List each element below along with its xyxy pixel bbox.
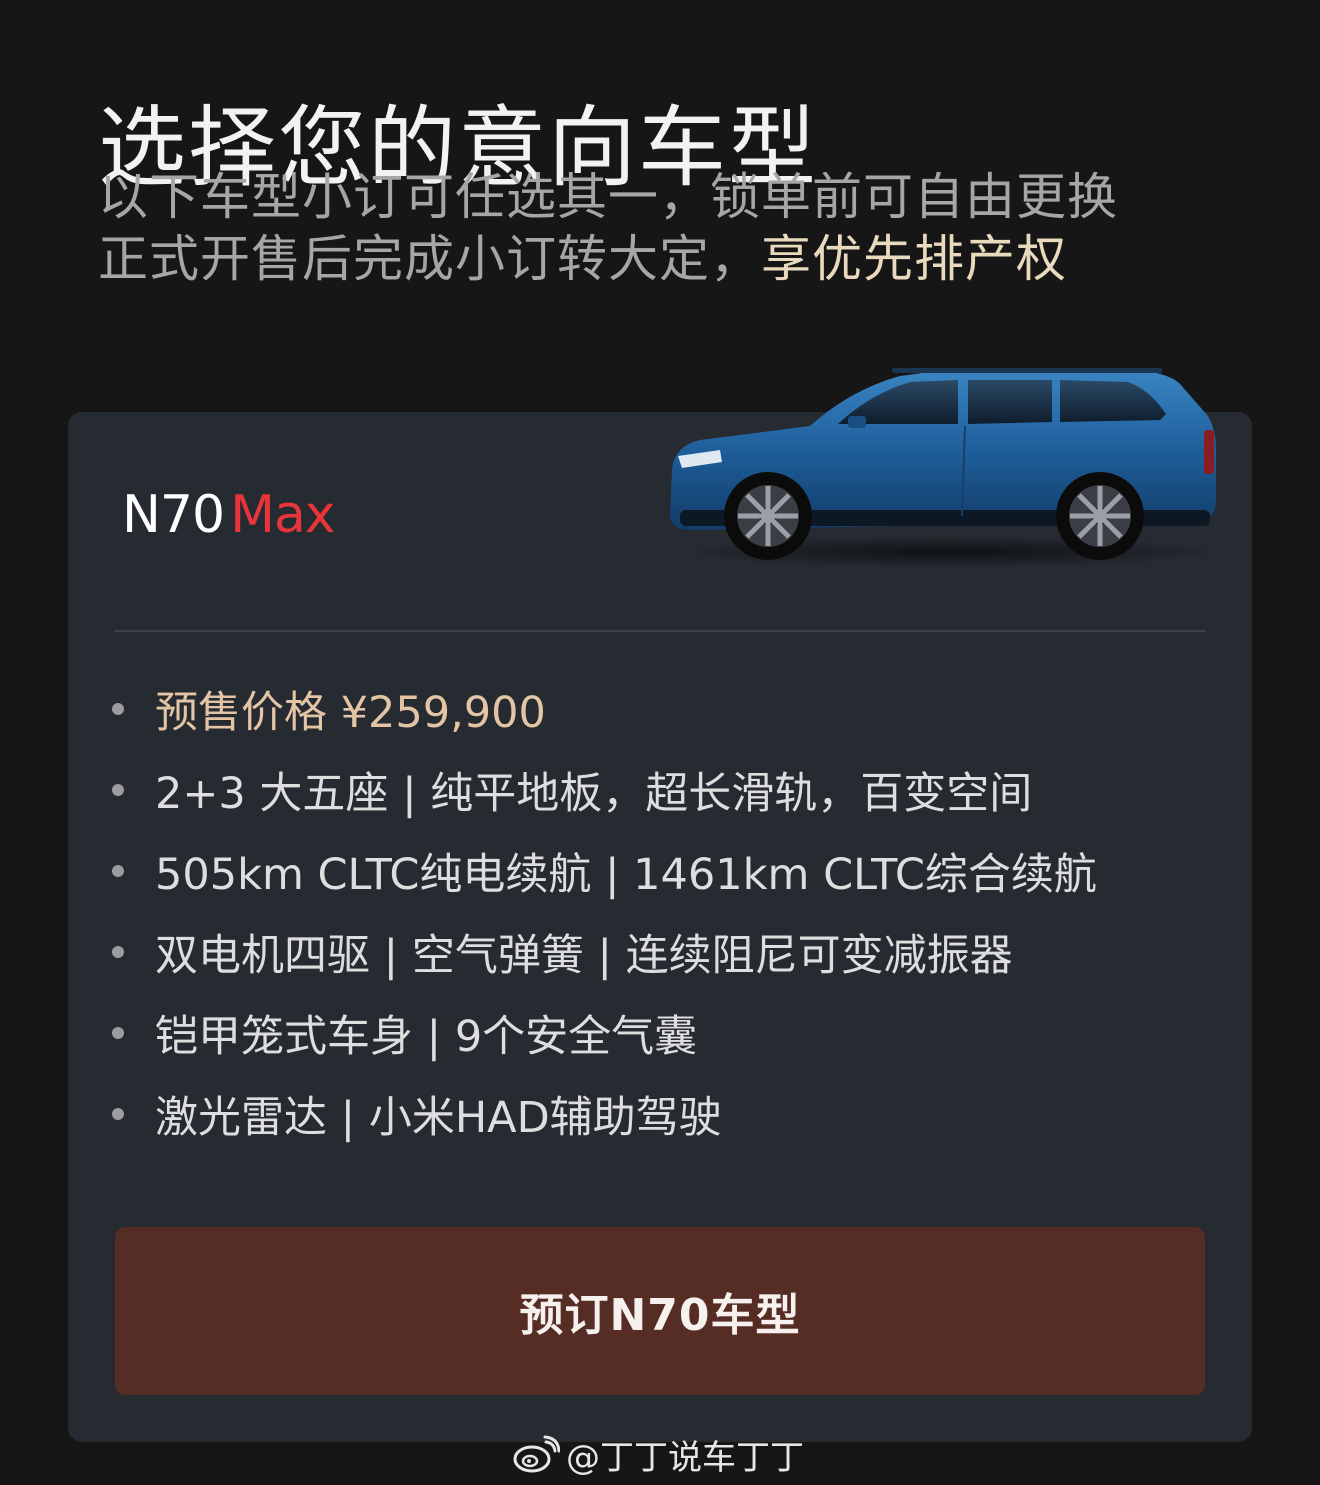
car-roof-rail: [892, 368, 1162, 373]
feature-text: 铠甲笼式车身 | 9个安全气囊: [155, 1011, 698, 1062]
reserve-n70-button[interactable]: 预订N70车型: [115, 1227, 1205, 1395]
feature-item-seating: 2+3 大五座 | 纯平地板，超长滑轨，百变空间: [112, 749, 1097, 830]
model-name-variant: Max: [230, 485, 336, 545]
subtitle-line-1: 以下车型小订可任选其一，锁单前可自由更换: [98, 168, 1118, 226]
feature-item-range: 505km CLTC纯电续航 | 1461km CLTC综合续航: [112, 830, 1097, 911]
watermark-text: @丁丁说车丁丁: [566, 1437, 804, 1478]
feature-text: 激光雷达 | 小米HAD辅助驾驶: [155, 1092, 722, 1143]
feature-item-safety: 铠甲笼式车身 | 9个安全气囊: [112, 992, 1097, 1073]
feature-text: 505km CLTC纯电续航 | 1461km CLTC综合续航: [155, 849, 1097, 900]
bullet-icon: [112, 945, 124, 958]
feature-text: 2+3 大五座 | 纯平地板，超长滑轨，百变空间: [155, 768, 1033, 819]
bullet-icon: [112, 702, 124, 715]
car-wheel-rear: [1056, 472, 1144, 560]
car-mirror: [848, 416, 866, 428]
bullet-icon: [112, 864, 124, 877]
subtitle-line-2-text: 正式开售后完成小订转大定，: [98, 230, 761, 288]
presale-price: 预售价格 ¥259,900: [155, 687, 546, 738]
car-window-mid: [968, 380, 1052, 424]
feature-text: 双电机四驱 | 空气弹簧 | 连续阻尼可变减振器: [155, 930, 1013, 981]
car-wheel-front: [724, 472, 812, 560]
model-name-base: N70: [122, 485, 225, 545]
bullet-icon: [112, 1026, 124, 1039]
car-taillight: [1204, 430, 1214, 474]
page-subtitle: 以下车型小订可任选其一，锁单前可自由更换 正式开售后完成小订转大定，享优先排产权: [98, 166, 1118, 290]
feature-item-adas: 激光雷达 | 小米HAD辅助驾驶: [112, 1073, 1097, 1154]
weibo-icon: [513, 1435, 560, 1473]
priority-production-highlight: 享优先排产权: [761, 230, 1067, 288]
model-name: N70 Max: [122, 484, 336, 546]
subtitle-line-2: 正式开售后完成小订转大定，享优先排产权: [98, 228, 1118, 290]
bullet-icon: [112, 1107, 124, 1120]
feature-list: 预售价格 ¥259,900 2+3 大五座 | 纯平地板，超长滑轨，百变空间 5…: [112, 668, 1097, 1154]
feature-item-drivetrain: 双电机四驱 | 空气弹簧 | 连续阻尼可变减振器: [112, 911, 1097, 992]
watermark: @丁丁说车丁丁: [512, 1428, 804, 1480]
bullet-icon: [112, 783, 124, 796]
car-image: [670, 368, 1220, 568]
card-divider: [115, 630, 1205, 632]
feature-item-price: 预售价格 ¥259,900: [112, 668, 1097, 749]
